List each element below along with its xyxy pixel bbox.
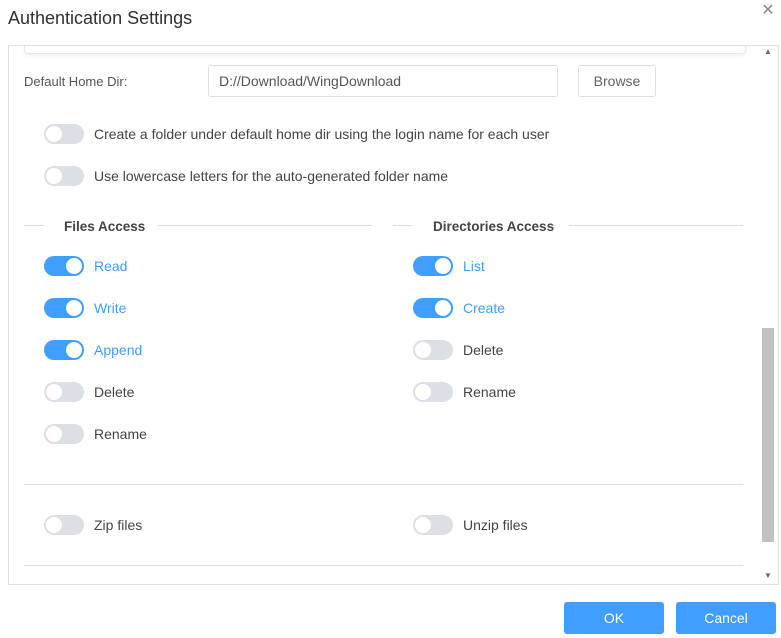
lowercase-label: Use lowercase letters for the auto-gener…: [94, 168, 449, 184]
settings-panel: Default Home Dir: D://Download/WingDownl…: [8, 45, 779, 585]
unzip-files-label: Unzip files: [463, 517, 528, 533]
files-access-title: Files Access: [64, 219, 146, 234]
home-dir-label: Default Home Dir:: [24, 74, 128, 89]
toggle-knob: [415, 342, 431, 358]
ok-button[interactable]: OK: [564, 602, 664, 634]
dir-delete-toggle[interactable]: [413, 340, 453, 360]
dir-list-label: List: [463, 258, 485, 274]
toggle-knob: [66, 300, 82, 316]
dir-create-toggle[interactable]: [413, 298, 453, 318]
toggle-knob: [46, 517, 62, 533]
divider: [24, 225, 44, 226]
file-read-label: Read: [94, 258, 128, 274]
browse-button[interactable]: Browse: [578, 65, 656, 97]
divider: [158, 225, 372, 226]
toggle-knob: [415, 384, 431, 400]
close-icon[interactable]: ✕: [759, 2, 777, 20]
file-append-toggle[interactable]: [44, 340, 84, 360]
create-folder-toggle[interactable]: [44, 124, 84, 144]
divider: [393, 225, 413, 226]
home-dir-input[interactable]: D://Download/WingDownload: [208, 65, 558, 97]
zip-files-label: Zip files: [94, 517, 143, 533]
file-append-label: Append: [94, 342, 143, 358]
lowercase-toggle[interactable]: [44, 166, 84, 186]
divider: [569, 225, 743, 226]
divider: [24, 565, 743, 566]
toggle-knob: [46, 168, 62, 184]
file-rename-toggle[interactable]: [44, 424, 84, 444]
dialog-title: Authentication Settings: [8, 8, 193, 28]
unzip-files-toggle[interactable]: [413, 515, 453, 535]
dir-rename-label: Rename: [463, 384, 516, 400]
file-read-toggle[interactable]: [44, 256, 84, 276]
toggle-knob: [46, 426, 62, 442]
cancel-button[interactable]: Cancel: [676, 602, 776, 634]
file-delete-label: Delete: [94, 384, 135, 400]
previous-section-card: [24, 46, 746, 54]
file-delete-toggle[interactable]: [44, 382, 84, 402]
create-folder-label: Create a folder under default home dir u…: [94, 126, 550, 142]
divider: [24, 484, 743, 485]
zip-files-toggle[interactable]: [44, 515, 84, 535]
dir-delete-label: Delete: [463, 342, 504, 358]
toggle-knob: [46, 126, 62, 142]
file-write-label: Write: [94, 300, 127, 316]
toggle-knob: [435, 258, 451, 274]
directories-access-title: Directories Access: [433, 219, 555, 234]
dir-rename-toggle[interactable]: [413, 382, 453, 402]
toggle-knob: [435, 300, 451, 316]
scroll-down-icon[interactable]: ▼: [762, 571, 774, 581]
dir-create-label: Create: [463, 300, 506, 316]
file-rename-label: Rename: [94, 426, 147, 442]
toggle-knob: [46, 384, 62, 400]
dir-list-toggle[interactable]: [413, 256, 453, 276]
file-write-toggle[interactable]: [44, 298, 84, 318]
toggle-knob: [66, 342, 82, 358]
toggle-knob: [66, 258, 82, 274]
toggle-knob: [415, 517, 431, 533]
scrollbar-thumb[interactable]: [762, 328, 774, 542]
scroll-up-icon[interactable]: ▲: [762, 47, 774, 57]
